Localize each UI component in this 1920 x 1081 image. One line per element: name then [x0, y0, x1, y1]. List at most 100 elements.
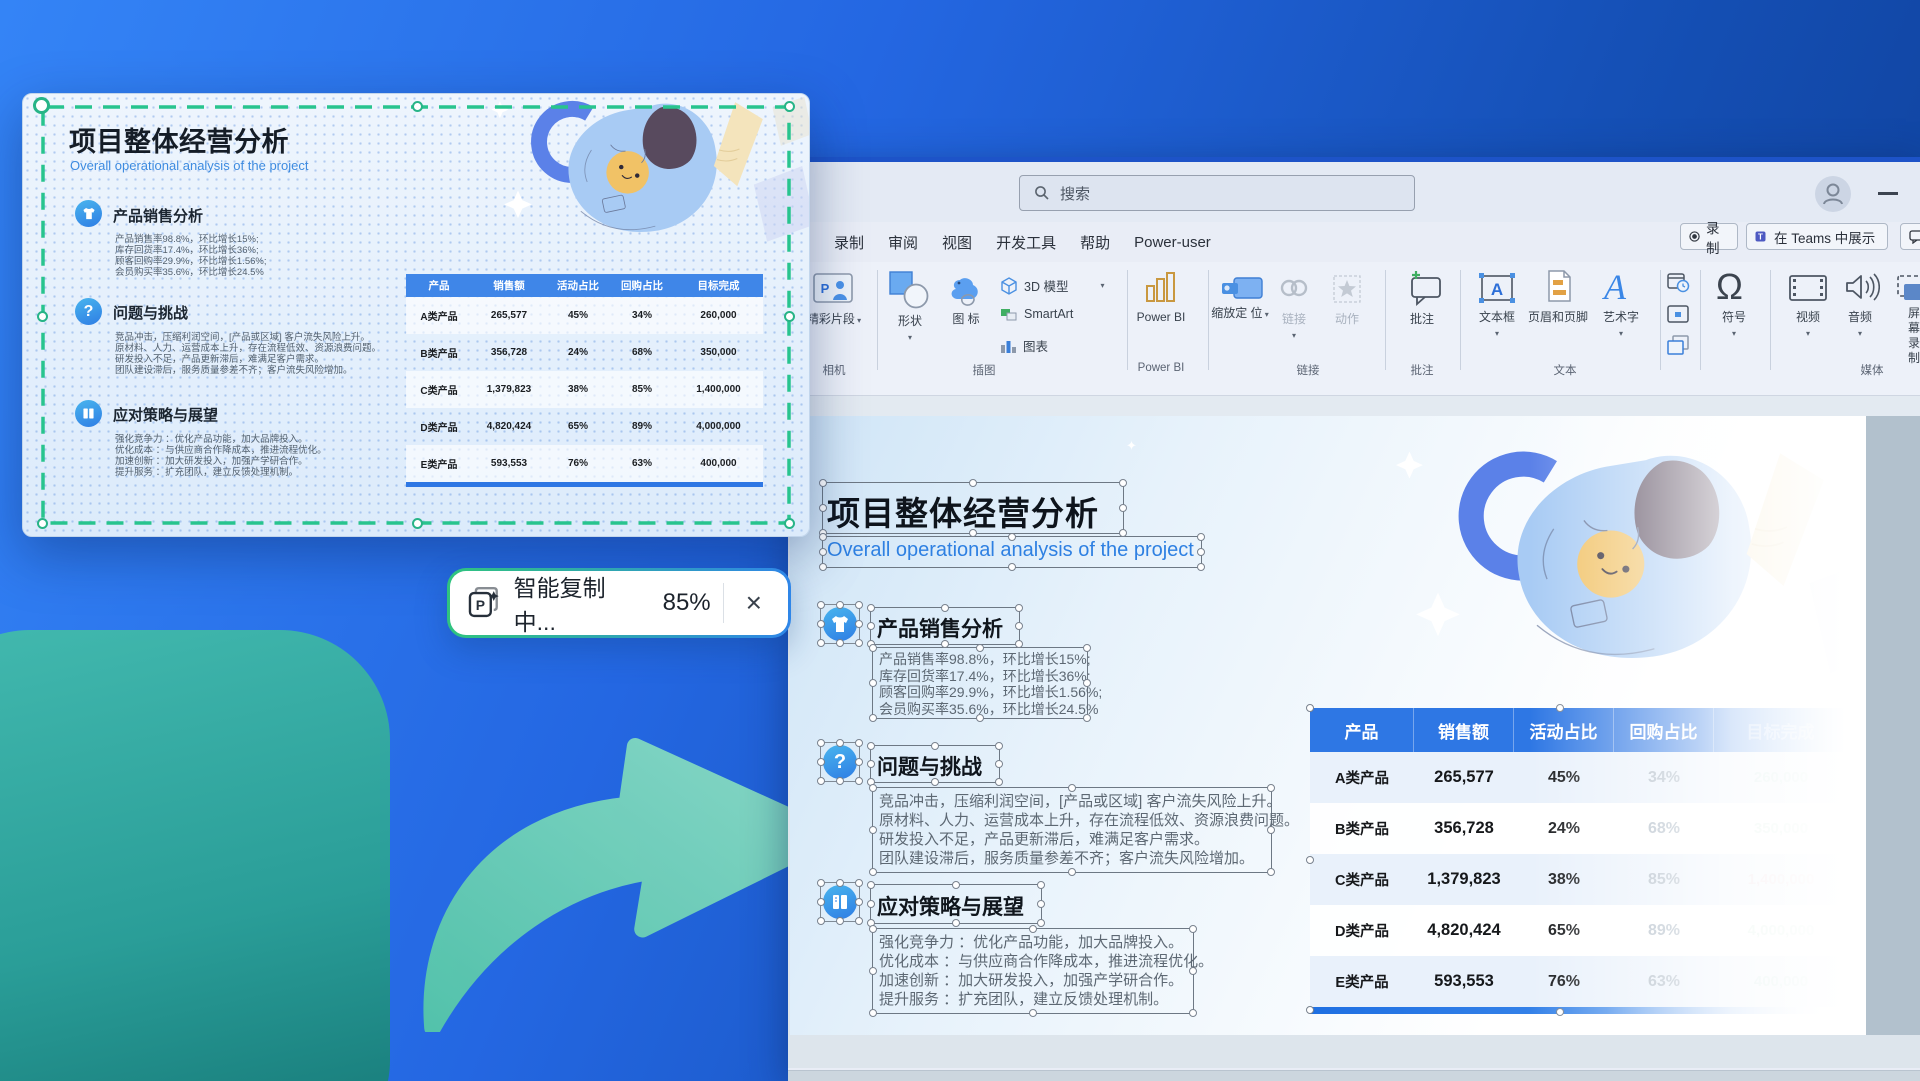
minimize-button[interactable] [1878, 192, 1898, 195]
close-icon[interactable]: × [736, 587, 772, 619]
3d-model-button[interactable]: 3D 模型▾ [1000, 276, 1104, 295]
highlight-clip-button[interactable]: 精彩片段 ▾ [807, 312, 861, 328]
svg-text:A: A [1491, 280, 1503, 299]
toast-message: 智能复制中... [514, 569, 647, 637]
search-icon [1034, 185, 1050, 201]
wordart-icon[interactable]: A [1604, 266, 1626, 308]
slide-title: 项目整体经营分析 [827, 487, 1099, 535]
section1-heading-box[interactable]: 产品销售分析 [870, 607, 1020, 645]
zoom-anchor-button[interactable]: 缩放定 位 ▾ [1211, 306, 1269, 322]
question-icon: ? [823, 745, 857, 779]
new-comment-icon[interactable] [1404, 270, 1444, 306]
app-window: 搜索 放映 录制 审阅 视图 开发工具 帮助 Power-user 录制 [788, 157, 1920, 1081]
cube-icon [1000, 277, 1018, 295]
slide-title-box[interactable]: 项目整体经营分析 [822, 482, 1124, 534]
table-row: E类产品593,55376%63%400,000 [1310, 956, 1848, 1007]
shapes-icon[interactable] [888, 270, 932, 310]
status-bar [788, 1070, 1920, 1081]
tab-view[interactable]: 视图 [942, 232, 972, 253]
table-header-row: 产品销售额活动占比回购占比目标完成 [1310, 708, 1848, 752]
textbox-icon[interactable]: A [1478, 272, 1516, 304]
slide-number-icon[interactable] [1666, 304, 1690, 324]
slide-table[interactable]: 产品销售额活动占比回购占比目标完成 A类产品265,57745%34%260,0… [1310, 708, 1848, 1014]
header-footer-button[interactable]: 页眉和页脚 [1528, 310, 1588, 325]
record-button[interactable]: 录制 [1680, 223, 1738, 250]
section2-icon-box[interactable]: ? [820, 742, 860, 782]
record-dot-icon [1689, 230, 1700, 243]
desktop: 搜索 放映 录制 审阅 视图 开发工具 帮助 Power-user 录制 [0, 0, 1920, 1081]
comment-icon [1909, 230, 1920, 244]
audio-icon[interactable] [1844, 272, 1880, 302]
chart-button[interactable]: 图表 [1000, 336, 1048, 355]
canvas-right-gutter [1866, 416, 1920, 1035]
slide-subtitle: Overall operational analysis of the proj… [827, 539, 1194, 562]
section3-heading-box[interactable]: 应对策略与展望 [870, 884, 1042, 924]
power-bi-group-label: Power BI [1138, 362, 1185, 374]
table-row: D类产品4,820,42465%89%4,000,000 [1310, 905, 1848, 956]
slide-subtitle-box[interactable]: Overall operational analysis of the proj… [822, 536, 1202, 568]
video-button[interactable]: 视频▾ [1796, 310, 1820, 341]
mint-arrow-graphic [420, 612, 840, 1032]
highlight-clip-icon[interactable]: P [812, 272, 854, 306]
section1-body-box[interactable]: 产品销售率98.8%，环比增长15%;库存回货率17.4%，环比增长36%;顾客… [872, 647, 1088, 719]
video-icon[interactable] [1788, 274, 1828, 302]
insert-object-icon[interactable] [1666, 334, 1690, 356]
zoom-anchor-icon[interactable] [1220, 274, 1264, 302]
toast-percent: 85% [663, 589, 711, 617]
wordart-button[interactable]: 艺术字▾ [1603, 310, 1639, 341]
smartart-icon [1000, 306, 1018, 322]
section2-body-box[interactable]: 竞品冲击，压缩利润空间，[产品或区域] 客户流失风险上升。原材料、人力、运营成本… [872, 787, 1272, 873]
hoodie-illustration [1386, 428, 1906, 680]
search-input[interactable]: 搜索 [1019, 175, 1415, 211]
teams-icon: T [1755, 230, 1768, 243]
power-bi-icon[interactable] [1144, 272, 1178, 304]
section3-icon-box[interactable] [820, 882, 860, 922]
tab-review[interactable]: 审阅 [888, 232, 918, 253]
textbox-button[interactable]: 文本框▾ [1479, 310, 1515, 341]
screen-record-icon[interactable] [1896, 274, 1920, 302]
action-button: 动作 [1335, 312, 1359, 327]
symbol-omega-icon[interactable]: Ω [1716, 266, 1743, 308]
table-row: A类产品265,57745%34%260,000 [1310, 752, 1848, 803]
table-row: B类产品356,72824%68%350,000 [1310, 803, 1848, 854]
link-icon [1278, 276, 1310, 300]
media-group-label: 媒体 [1861, 362, 1884, 378]
smart-copy-icon: P [466, 585, 502, 621]
header-footer-icon[interactable] [1546, 270, 1572, 302]
bar-chart-icon [1000, 338, 1017, 354]
section3-body-box[interactable]: 强化竞争力 ：优化产品功能，加大品牌投入。优化成本 ：与供应商合作降成本，推进流… [872, 928, 1194, 1014]
desktop-teal-shape [0, 630, 390, 1081]
text-group-label: 文本 [1554, 362, 1577, 378]
smart-copy-source-panel[interactable]: 项目整体经营分析 Overall operational analysis of… [22, 93, 810, 537]
tab-record[interactable]: 录制 [834, 232, 864, 253]
sparkle-decoration: ✦ [1126, 438, 1137, 454]
icons-button[interactable]: 图 标 [952, 312, 979, 327]
audio-button[interactable]: 音频▾ [1848, 310, 1872, 341]
selection-marquee [41, 105, 791, 525]
shapes-button[interactable]: 形状▾ [898, 314, 922, 345]
link-button: 链接▾ [1282, 312, 1306, 343]
date-time-icon[interactable] [1666, 270, 1690, 294]
comment-group-label: 批注 [1411, 362, 1434, 378]
smart-copy-toast[interactable]: P 智能复制中... 85% × [447, 568, 791, 638]
comment-button[interactable]: 批注 [1410, 312, 1434, 327]
power-bi-button[interactable]: Power BI [1137, 310, 1186, 325]
section2-heading-box[interactable]: 问题与挑战 [870, 745, 1000, 783]
book-icon [823, 885, 857, 919]
action-star-icon [1332, 274, 1362, 304]
smartart-button[interactable]: SmartArt [1000, 306, 1073, 322]
symbol-button[interactable]: 符号▾ [1722, 310, 1746, 341]
section1-icon-box[interactable] [820, 604, 860, 644]
comments-button[interactable] [1900, 223, 1920, 250]
person-icon [1815, 176, 1851, 212]
tab-developer[interactable]: 开发工具 [996, 232, 1056, 253]
tab-help[interactable]: 帮助 [1080, 232, 1110, 253]
icons-duck-icon[interactable] [946, 270, 986, 310]
svg-text:T: T [1758, 233, 1763, 242]
search-placeholder: 搜索 [1060, 183, 1090, 204]
slide-canvas[interactable]: ✦ 项目整体经营分析 Overall operational analysis … [790, 416, 1866, 1035]
present-in-teams-button[interactable]: T 在 Teams 中展示 [1746, 223, 1888, 250]
tab-power-user[interactable]: Power-user [1134, 234, 1211, 251]
account-avatar[interactable] [1815, 176, 1851, 212]
screen-record-button[interactable]: 屏幕 录制 [1908, 306, 1920, 366]
